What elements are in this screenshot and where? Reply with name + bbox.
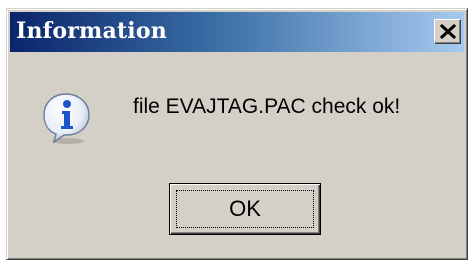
ok-button[interactable]: OK — [169, 183, 321, 235]
close-icon — [440, 24, 456, 39]
dialog-message: file EVAJTAG.PAC check ok! — [133, 95, 401, 118]
close-button[interactable] — [434, 19, 461, 44]
information-dialog: Information file EVAJTAG.PAC check ok! O… — [6, 8, 468, 260]
information-icon — [43, 93, 90, 144]
dialog-title: Information — [16, 18, 167, 44]
title-bar[interactable]: Information — [10, 12, 464, 52]
ok-button-label: OK — [229, 196, 261, 221]
